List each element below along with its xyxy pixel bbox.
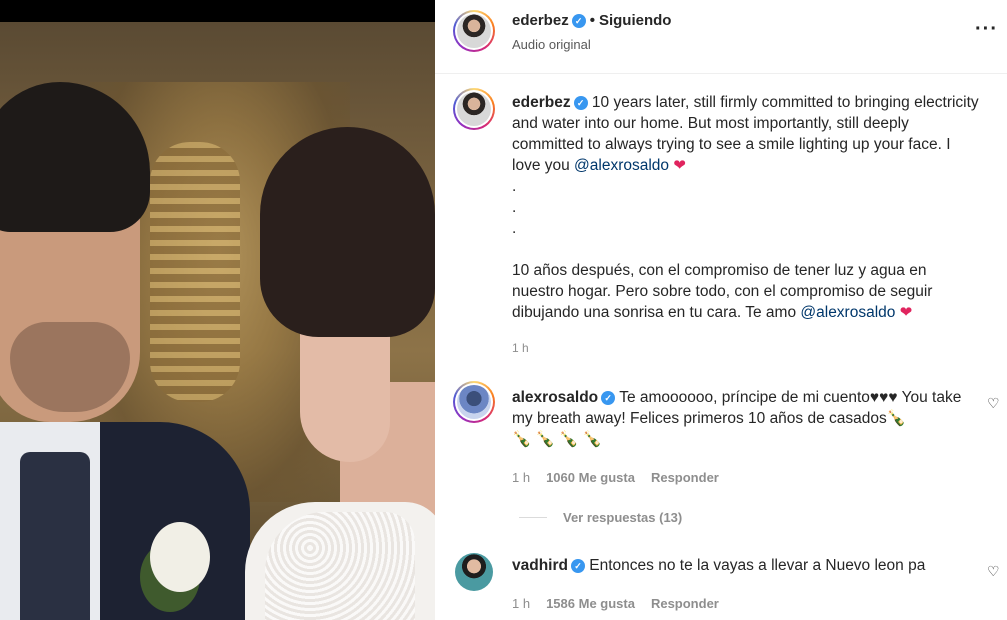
comment-item: vadhird ✓ Entonces no te la vayas a lleva… [512, 555, 962, 576]
comment-likes[interactable]: 1586 Me gusta [546, 596, 635, 611]
verified-badge-icon: ✓ [573, 96, 588, 110]
audio-label[interactable]: Audio original [512, 37, 591, 52]
post-header: ederbez ✓ • Siguiendo Audio original ··· [435, 0, 1007, 74]
view-replies-label: Ver respuestas (13) [563, 510, 683, 525]
post-media[interactable] [0, 0, 435, 620]
mention-link[interactable]: @alexrosaldo [800, 304, 895, 321]
champagne-emoji-row: 🍾 🍾 🍾 🍾 [512, 431, 603, 448]
comment-username[interactable]: alexrosaldo [512, 389, 598, 406]
comment-timestamp[interactable]: 1 h [512, 470, 530, 485]
bride-dress [245, 502, 435, 620]
verified-badge-icon: ✓ [601, 391, 616, 405]
comment-username[interactable]: vadhird [512, 557, 568, 574]
comment-meta: 1 h 1586 Me gusta Responder [512, 596, 735, 611]
comment-avatar[interactable] [453, 381, 495, 423]
caption-dot: . [512, 178, 517, 195]
reply-button[interactable]: Responder [651, 596, 719, 611]
comment-like-heart-icon[interactable]: ♡ [987, 395, 1000, 412]
comment-avatar[interactable] [455, 553, 493, 591]
post-details-panel: ederbez ✓ • Siguiendo Audio original ··· ed… [435, 0, 1007, 620]
bride-hair [260, 127, 435, 337]
reply-button[interactable]: Responder [651, 470, 719, 485]
header-user-line: ederbez ✓ • Siguiendo [512, 12, 671, 29]
wedding-photo [0, 22, 435, 620]
more-options-icon[interactable]: ··· [975, 19, 998, 39]
view-replies-button[interactable]: Ver respuestas (13) [519, 510, 682, 525]
caption-dot: . [512, 199, 517, 216]
replies-divider [519, 517, 547, 518]
verified-badge-icon: ✓ [571, 14, 586, 28]
groom-tie [20, 452, 90, 620]
comment-timestamp[interactable]: 1 h [512, 596, 530, 611]
champagne-emoji-icon: 🍾 [886, 410, 907, 427]
separator-dot: • [589, 12, 595, 29]
boutonniere [150, 522, 210, 592]
altar-detail [150, 142, 240, 402]
following-button[interactable]: Siguiendo [599, 12, 672, 29]
mention-link[interactable]: @alexrosaldo [574, 157, 669, 174]
comment-text: Entonces no te la vayas a llevar a Nuevo… [589, 557, 926, 574]
comment-item: alexrosaldo ✓ Te amoooooo, príncipe de mi… [512, 387, 962, 450]
heart-emoji-icon: ❤ [673, 157, 686, 174]
author-username[interactable]: ederbez [512, 12, 569, 29]
caption-timestamp[interactable]: 1 h [512, 341, 529, 355]
comment-like-heart-icon[interactable]: ♡ [987, 563, 1000, 580]
comment-likes[interactable]: 1060 Me gusta [546, 470, 635, 485]
caption-dot: . [512, 220, 517, 237]
comment-meta: 1 h 1060 Me gusta Responder [512, 470, 735, 485]
caption-avatar[interactable] [453, 88, 495, 130]
author-avatar[interactable] [453, 10, 495, 52]
verified-badge-icon: ✓ [570, 559, 585, 573]
media-top-bar [0, 0, 435, 22]
post-caption: ederbez ✓ 10 years later, still firmly co… [512, 92, 982, 359]
heart-emoji-icon: ❤ [899, 304, 913, 321]
caption-username[interactable]: ederbez [512, 94, 571, 111]
